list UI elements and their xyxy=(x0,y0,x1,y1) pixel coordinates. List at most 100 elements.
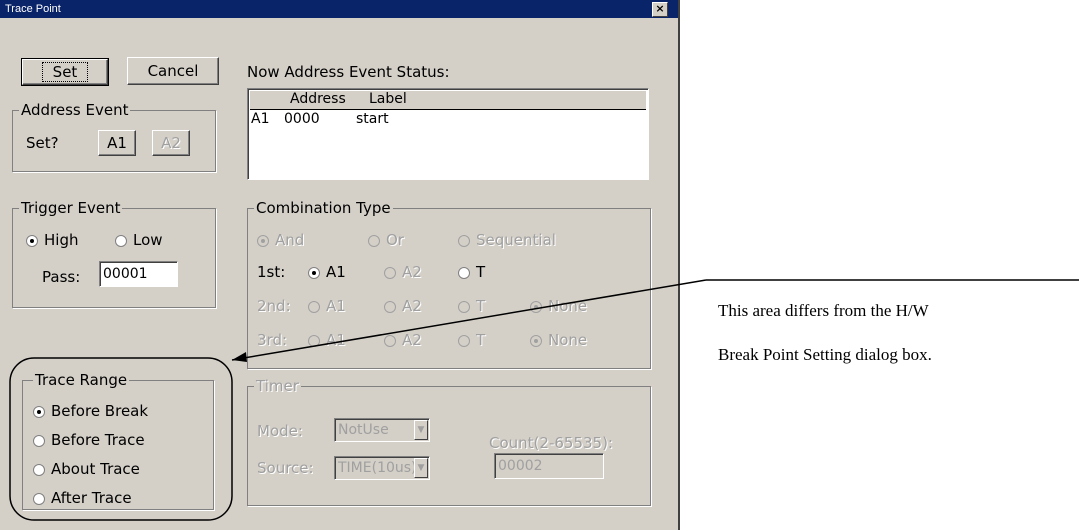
close-icon[interactable]: × xyxy=(652,2,668,17)
annotation-line-1: This area differs from the H/W xyxy=(718,301,929,320)
chevron-down-icon[interactable]: ▼ xyxy=(414,458,428,478)
third-a1-radio[interactable]: A1 xyxy=(308,331,346,349)
third-a1-label: A1 xyxy=(326,331,346,349)
pass-label: Pass: xyxy=(42,268,81,286)
second-a1-radio[interactable]: A1 xyxy=(308,297,346,315)
a1-button[interactable]: A1 xyxy=(98,130,136,156)
radio-icon xyxy=(308,266,320,279)
source-value: TIME(10us) xyxy=(338,460,417,476)
radio-icon xyxy=(458,234,470,247)
and-label: And xyxy=(275,231,305,249)
set-button[interactable]: Set xyxy=(21,58,109,86)
third-t-label: T xyxy=(476,331,486,349)
radio-icon xyxy=(384,300,396,313)
second-a2-radio[interactable]: A2 xyxy=(384,297,422,315)
about-trace-label: About Trace xyxy=(51,460,140,478)
trigger-low-label: Low xyxy=(133,231,163,249)
first-a2-label: A2 xyxy=(402,263,422,281)
radio-icon xyxy=(458,300,470,313)
trigger-low-radio[interactable]: Low xyxy=(115,231,163,249)
set-button-label: Set xyxy=(41,62,89,82)
table-row[interactable]: A1 0000 start xyxy=(250,111,646,129)
window-title: Trace Point xyxy=(5,3,61,15)
radio-icon xyxy=(33,405,45,418)
radio-icon xyxy=(33,463,45,476)
trace-point-dialog: Trace Point × Set Cancel Address Event S… xyxy=(0,0,680,530)
third-t-radio[interactable]: T xyxy=(458,331,485,349)
second-label: 2nd: xyxy=(257,297,291,315)
source-label: Source: xyxy=(257,459,314,477)
cancel-button[interactable]: Cancel xyxy=(127,57,219,85)
second-none-radio[interactable]: None xyxy=(530,297,587,315)
mode-select[interactable]: NotUse ▼ xyxy=(334,418,430,442)
address-event-group: Address Event Set? A1 A2 xyxy=(12,101,216,172)
pass-count-input[interactable]: 00001 xyxy=(99,261,178,287)
first-a1-radio[interactable]: A1 xyxy=(308,263,346,281)
radio-icon xyxy=(26,234,38,247)
after-trace-label: After Trace xyxy=(51,489,132,507)
radio-icon xyxy=(33,434,45,447)
radio-icon xyxy=(257,234,269,247)
address-event-label: Address Event xyxy=(19,101,131,119)
radio-icon xyxy=(530,300,542,313)
status-list-header: Address Label xyxy=(250,91,646,110)
trigger-high-radio[interactable]: High xyxy=(26,231,78,249)
combo-and-radio[interactable]: And xyxy=(257,231,304,249)
before-break-label: Before Break xyxy=(51,402,149,420)
trace-range-label: Trace Range xyxy=(33,371,130,389)
second-t-radio[interactable]: T xyxy=(458,297,485,315)
radio-icon xyxy=(458,266,470,279)
label-column-header: Label xyxy=(369,91,407,107)
after-trace-radio[interactable]: After Trace xyxy=(33,489,132,507)
chevron-down-icon[interactable]: ▼ xyxy=(414,420,428,440)
sequential-label: Sequential xyxy=(476,231,556,249)
trigger-event-group: Trigger Event High Low Pass: 00001 xyxy=(12,199,216,308)
before-break-radio[interactable]: Before Break xyxy=(33,402,148,420)
row-address: 0000 xyxy=(284,111,320,127)
third-none-radio[interactable]: None xyxy=(530,331,587,349)
count-label: Count(2-65535): xyxy=(489,434,613,452)
radio-icon xyxy=(33,492,45,505)
count-input[interactable]: 00002 xyxy=(494,453,604,479)
second-a1-label: A1 xyxy=(326,297,346,315)
radio-icon xyxy=(384,266,396,279)
status-label: Now Address Event Status: xyxy=(247,63,450,81)
third-a2-radio[interactable]: A2 xyxy=(384,331,422,349)
third-none-label: None xyxy=(548,331,588,349)
row-label: start xyxy=(356,111,389,127)
trigger-event-label: Trigger Event xyxy=(19,199,123,217)
address-column-header: Address xyxy=(290,91,346,107)
radio-icon xyxy=(308,300,320,313)
first-t-label: T xyxy=(476,263,486,281)
radio-icon xyxy=(458,334,470,347)
radio-icon xyxy=(308,334,320,347)
combo-or-radio[interactable]: Or xyxy=(368,231,404,249)
radio-icon xyxy=(530,334,542,347)
about-trace-radio[interactable]: About Trace xyxy=(33,460,140,478)
annotation-line-2: Break Point Setting dialog box. xyxy=(718,345,932,364)
third-label: 3rd: xyxy=(257,331,288,349)
second-none-label: None xyxy=(548,297,588,315)
row-event: A1 xyxy=(251,111,270,127)
before-trace-radio[interactable]: Before Trace xyxy=(33,431,145,449)
timer-group: Timer Mode: NotUse ▼ Count(2-65535): Sou… xyxy=(247,377,651,506)
third-a2-label: A2 xyxy=(402,331,422,349)
radio-icon xyxy=(115,234,127,247)
a2-button[interactable]: A2 xyxy=(152,130,190,156)
trigger-high-label: High xyxy=(44,231,79,249)
status-list: Address Label A1 0000 start xyxy=(247,88,649,180)
source-select[interactable]: TIME(10us) ▼ xyxy=(334,456,430,480)
first-t-radio[interactable]: T xyxy=(458,263,485,281)
second-a2-label: A2 xyxy=(402,297,422,315)
second-t-label: T xyxy=(476,297,486,315)
title-bar: Trace Point × xyxy=(0,0,678,18)
radio-icon xyxy=(368,234,380,247)
combination-type-label: Combination Type xyxy=(254,199,393,217)
first-a2-radio[interactable]: A2 xyxy=(384,263,422,281)
first-a1-label: A1 xyxy=(326,263,346,281)
trace-range-group: Trace Range Before Break Before Trace Ab… xyxy=(22,371,214,510)
combination-type-group: Combination Type And Or Sequential 1st: … xyxy=(247,199,651,369)
timer-label: Timer xyxy=(254,377,301,395)
mode-value: NotUse xyxy=(338,422,389,438)
combo-sequential-radio[interactable]: Sequential xyxy=(458,231,556,249)
